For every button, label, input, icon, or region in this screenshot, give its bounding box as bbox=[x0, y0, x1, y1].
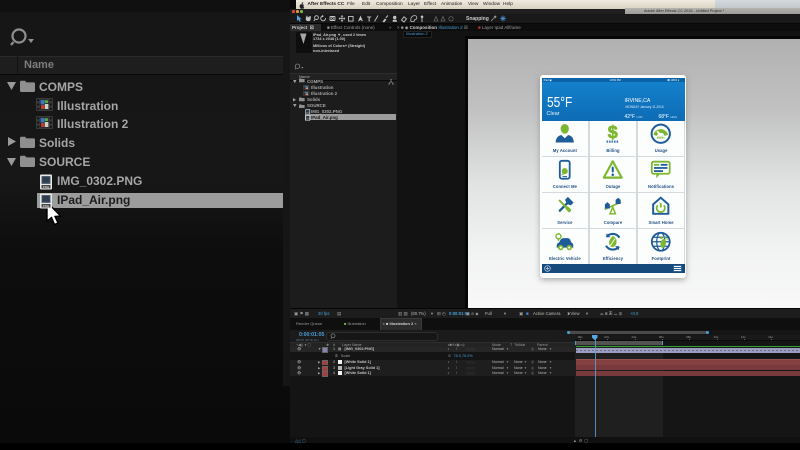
svg-text:PNG: PNG bbox=[43, 185, 50, 189]
svg-text:PNG: PNG bbox=[43, 204, 50, 208]
svg-text:T: T bbox=[367, 16, 372, 23]
svg-text:$: $ bbox=[608, 123, 618, 142]
